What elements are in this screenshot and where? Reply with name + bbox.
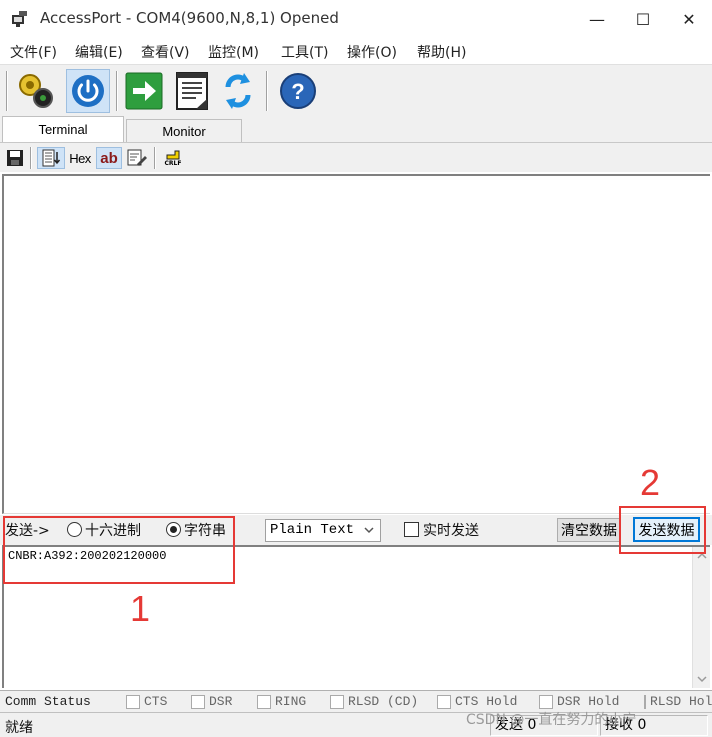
menu-bar: 文件(F) 编辑(E) 查看(V) 监控(M) 工具(T) 操作(O) 帮助(H… — [0, 38, 712, 64]
status-ready: 就绪 — [5, 720, 33, 736]
rlsd-label: RLSD (CD) — [348, 694, 419, 709]
dsr-label: DSR — [209, 694, 233, 709]
format-select[interactable]: Plain Text — [265, 519, 381, 542]
chevron-down-icon[interactable] — [693, 672, 711, 686]
tab-bar: Terminal Monitor — [0, 116, 712, 142]
menu-tools[interactable]: 工具(T) — [281, 42, 328, 62]
notepad-button[interactable] — [170, 69, 214, 113]
main-toolbar: ? — [0, 64, 712, 116]
save-button[interactable] — [4, 147, 26, 169]
menu-edit[interactable]: 编辑(E) — [75, 42, 123, 62]
window-title: AccessPort - COM4(9600,N,8,1) Opened — [40, 9, 339, 27]
annotation-number-1: 1 — [130, 588, 151, 629]
maximize-icon: ☐ — [635, 9, 651, 29]
toolbar-separator — [6, 71, 8, 111]
cts-hold-label: CTS Hold — [455, 694, 518, 709]
scroll-toggle-button[interactable] — [37, 147, 65, 169]
crlf-label: CRLF — [164, 160, 182, 167]
help-button[interactable]: ? — [276, 69, 320, 113]
terminal-toolbar: Hex ab CRLF — [0, 142, 712, 172]
cts-label: CTS — [144, 694, 168, 709]
rlsd-hold-box — [644, 694, 646, 709]
rlsd-hold-indicator: RLSD Hold — [644, 694, 712, 709]
menu-help[interactable]: 帮助(H) — [417, 42, 466, 62]
cts-indicator: CTS — [126, 694, 167, 709]
cts-hold-indicator: CTS Hold — [437, 694, 517, 709]
tab-monitor[interactable]: Monitor — [126, 119, 242, 142]
toolbar-separator — [30, 147, 32, 169]
app-icon — [12, 11, 27, 27]
cts-box — [126, 694, 140, 709]
crlf-button[interactable]: CRLF — [160, 147, 186, 169]
send-file-button[interactable] — [122, 69, 166, 113]
clear-data-button[interactable]: 清空数据 — [557, 518, 621, 542]
scroll-down-icon — [42, 149, 61, 167]
rlsd-hold-label: RLSD Hold — [650, 694, 712, 709]
format-value: Plain Text — [270, 522, 355, 538]
close-button[interactable]: ✕ — [666, 0, 712, 38]
chevron-down-icon — [364, 527, 374, 534]
notepad-icon — [176, 72, 208, 110]
vertical-scrollbar[interactable] — [692, 547, 710, 688]
menu-monitor[interactable]: 监控(M) — [208, 42, 259, 62]
annotation-number-2: 2 — [640, 462, 661, 503]
menu-operation[interactable]: 操作(O) — [347, 42, 397, 62]
cts-hold-box — [437, 694, 451, 709]
annotation-box-2 — [619, 506, 706, 554]
dsr-box — [191, 694, 205, 709]
title-bar: AccessPort - COM4(9600,N,8,1) Opened — ☐… — [0, 0, 712, 38]
annotation-box-1 — [3, 516, 235, 584]
text-view-button[interactable]: ab — [96, 147, 122, 169]
ring-indicator: RING — [257, 694, 306, 709]
refresh-button[interactable] — [216, 69, 260, 113]
watermark: CSDN @一直在努力的小宁 — [466, 712, 637, 728]
settings-gears-icon — [19, 74, 53, 108]
help-icon: ? — [280, 73, 316, 109]
arrow-right-icon — [125, 72, 163, 110]
power-button[interactable] — [66, 69, 110, 113]
eraser-icon — [127, 149, 147, 166]
save-icon — [7, 150, 23, 166]
menu-view[interactable]: 查看(V) — [141, 42, 190, 62]
minimize-button[interactable]: — — [574, 0, 620, 38]
dsr-hold-indicator: DSR Hold — [539, 694, 619, 709]
power-icon — [72, 75, 104, 107]
clear-terminal-button[interactable] — [126, 147, 148, 169]
toolbar-separator — [116, 71, 118, 111]
rlsd-box — [330, 694, 344, 709]
menu-file[interactable]: 文件(F) — [10, 42, 57, 62]
dsr-indicator: DSR — [191, 694, 232, 709]
comm-status-label: Comm Status — [5, 694, 91, 709]
rlsd-indicator: RLSD (CD) — [330, 694, 418, 709]
refresh-icon — [225, 73, 251, 109]
maximize-button[interactable]: ☐ — [620, 0, 666, 38]
minimize-icon: — — [589, 9, 605, 29]
dsr-hold-label: DSR Hold — [557, 694, 620, 709]
terminal-output[interactable] — [2, 174, 710, 514]
close-icon: ✕ — [682, 9, 696, 29]
settings-button[interactable] — [14, 69, 58, 113]
toolbar-separator — [154, 147, 156, 169]
tab-terminal[interactable]: Terminal — [2, 116, 124, 142]
toolbar-separator — [266, 71, 268, 111]
svg-text:?: ? — [291, 79, 304, 104]
ring-label: RING — [275, 694, 307, 709]
dsr-hold-box — [539, 694, 553, 709]
ring-box — [257, 694, 271, 709]
hex-view-button[interactable]: Hex — [67, 147, 93, 169]
accessport-window: AccessPort - COM4(9600,N,8,1) Opened — ☐… — [0, 0, 712, 737]
realtime-send-checkbox[interactable] — [404, 522, 419, 537]
realtime-send-label: 实时发送 — [423, 523, 479, 539]
